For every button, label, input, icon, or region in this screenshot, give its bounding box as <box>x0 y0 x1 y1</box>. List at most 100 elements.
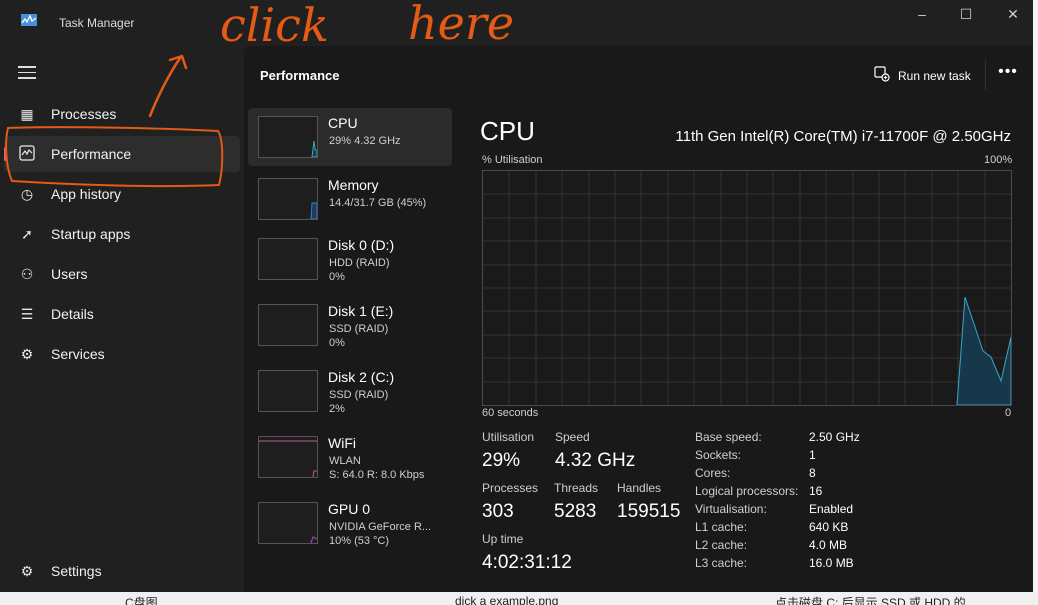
y-axis-label: % Utilisation <box>482 154 543 166</box>
services-icon: ⚙ <box>20 346 34 362</box>
device-name: WiFi <box>328 435 356 451</box>
utilisation-value: 29% <box>482 450 521 471</box>
spec-value: 2.50 GHz <box>809 430 860 444</box>
device-usage: S: 64.0 R: 8.0 Kbps <box>329 469 425 481</box>
settings-gear-icon: ⚙ <box>20 563 34 579</box>
run-task-label: Run new task <box>898 69 971 83</box>
device-name: Memory <box>328 177 379 193</box>
device-detail: SSD (RAID) <box>329 323 389 335</box>
background-text-right: 点击磁盘 C: 后显示 SSD 或 HDD 的 <box>775 596 966 605</box>
window-title: Task Manager <box>59 16 135 30</box>
handles-label: Handles <box>617 481 662 495</box>
hamburger-menu-icon[interactable] <box>18 66 36 80</box>
device-name: Disk 1 (E:) <box>328 303 394 319</box>
device-detail: NVIDIA GeForce R... <box>329 521 432 533</box>
sidebar-item-label: Startup apps <box>51 226 131 242</box>
task-manager-window: Task Manager – ☐ ✕ ▦ Processes Performan… <box>0 0 1033 592</box>
more-options-button[interactable]: ••• <box>994 62 1022 86</box>
device-item-cpu[interactable]: CPU 29% 4.32 GHz <box>248 108 452 166</box>
spec-value: 1 <box>809 448 816 462</box>
run-task-icon <box>874 66 890 82</box>
x-axis-label: 60 seconds <box>482 407 539 419</box>
gpu-thumbnail-graph <box>258 502 318 544</box>
cpu-utilisation-graph <box>482 170 1012 406</box>
startup-icon: ➚ <box>21 226 33 242</box>
header-divider <box>985 60 986 90</box>
x-axis-min: 0 <box>1005 407 1012 419</box>
disk-thumbnail-graph <box>258 238 318 280</box>
speed-label: Speed <box>555 430 590 444</box>
performance-icon <box>18 145 36 163</box>
spec-value: Enabled <box>809 502 854 516</box>
spec-key: Virtualisation: <box>695 502 767 516</box>
close-button[interactable]: ✕ <box>993 4 1033 24</box>
device-item-wifi[interactable]: WiFi WLAN S: 64.0 R: 8.0 Kbps <box>248 428 452 486</box>
sidebar-item-label: Settings <box>51 563 102 579</box>
device-item-disk-1[interactable]: Disk 1 (E:) SSD (RAID) 0% <box>248 296 452 354</box>
device-usage: 10% (53 °C) <box>329 535 390 547</box>
spec-key: Sockets: <box>695 448 742 462</box>
device-item-memory[interactable]: Memory 14.4/31.7 GB (45%) <box>248 170 452 228</box>
device-name: GPU 0 <box>328 501 371 517</box>
wifi-thumbnail-graph <box>258 436 318 478</box>
background-text-left: C盘图 <box>125 596 158 605</box>
uptime-value: 4:02:31:12 <box>482 552 572 573</box>
active-indicator <box>4 147 7 161</box>
sidebar-item-label: Details <box>51 306 94 322</box>
device-detail: 14.4/31.7 GB (45%) <box>329 197 427 209</box>
sidebar-item-startup-apps[interactable]: ➚ Startup apps <box>4 216 240 252</box>
performance-panel: Performance Run new task ••• CPU 29% 4.3… <box>244 46 1033 592</box>
spec-value: 8 <box>809 466 816 480</box>
disk-thumbnail-graph <box>258 370 318 412</box>
sidebar-item-label: Performance <box>51 146 132 162</box>
sidebar-item-performance[interactable]: Performance <box>4 136 240 172</box>
device-name: CPU <box>328 115 358 131</box>
device-name: Disk 2 (C:) <box>328 369 395 385</box>
details-icon: ☰ <box>20 306 34 322</box>
detail-title: CPU <box>480 116 535 146</box>
device-detail: 29% 4.32 GHz <box>329 135 401 147</box>
device-usage: 0% <box>329 271 345 283</box>
device-detail: HDD (RAID) <box>329 257 390 269</box>
spec-value: 16.0 MB <box>809 556 854 570</box>
cpu-thumbnail-graph <box>258 116 318 158</box>
device-item-gpu[interactable]: GPU 0 NVIDIA GeForce R... 10% (53 °C) <box>248 494 452 552</box>
sidebar-item-processes[interactable]: ▦ Processes <box>4 96 240 132</box>
processes-icon: ▦ <box>20 106 34 122</box>
memory-thumbnail-graph <box>258 178 318 220</box>
users-icon: ⚇ <box>20 266 34 282</box>
spec-key: Cores: <box>695 466 731 480</box>
device-name: Disk 0 (D:) <box>328 237 395 253</box>
sidebar-item-app-history[interactable]: ◷ App history <box>4 176 240 212</box>
sidebar-item-settings[interactable]: ⚙ Settings <box>4 553 240 589</box>
sidebar-item-label: Users <box>51 266 88 282</box>
minimize-button[interactable]: – <box>902 4 942 24</box>
maximize-button[interactable]: ☐ <box>946 4 986 24</box>
handles-value: 159515 <box>617 501 681 522</box>
sidebar-item-services[interactable]: ⚙ Services <box>4 336 240 372</box>
spec-value: 4.0 MB <box>809 538 848 552</box>
sidebar: ▦ Processes Performance ◷ App history ➚ … <box>0 46 244 592</box>
spec-key: L3 cache: <box>695 556 748 570</box>
device-detail: WLAN <box>329 455 361 467</box>
sidebar-item-users[interactable]: ⚇ Users <box>4 256 240 292</box>
y-axis-max: 100% <box>984 154 1013 166</box>
background-text-mid: dick a example.png <box>455 594 559 605</box>
spec-value: 640 KB <box>809 520 849 534</box>
title-bar: Task Manager – ☐ ✕ <box>0 0 1033 46</box>
spec-key: Base speed: <box>695 430 762 444</box>
task-manager-icon <box>21 14 37 26</box>
sidebar-item-label: App history <box>51 186 122 202</box>
device-item-disk-0[interactable]: Disk 0 (D:) HDD (RAID) 0% <box>248 230 452 288</box>
threads-value: 5283 <box>554 501 597 522</box>
speed-value: 4.32 GHz <box>555 450 636 471</box>
page-title: Performance <box>260 68 340 83</box>
threads-label: Threads <box>554 481 599 495</box>
processes-label: Processes <box>482 481 539 495</box>
device-usage: 0% <box>329 337 345 349</box>
device-item-disk-2[interactable]: Disk 2 (C:) SSD (RAID) 2% <box>248 362 452 420</box>
sidebar-item-details[interactable]: ☰ Details <box>4 296 240 332</box>
uptime-label: Up time <box>482 532 524 546</box>
device-detail: SSD (RAID) <box>329 389 389 401</box>
cpu-model: 11th Gen Intel(R) Core(TM) i7-11700F @ 2… <box>675 128 1011 145</box>
